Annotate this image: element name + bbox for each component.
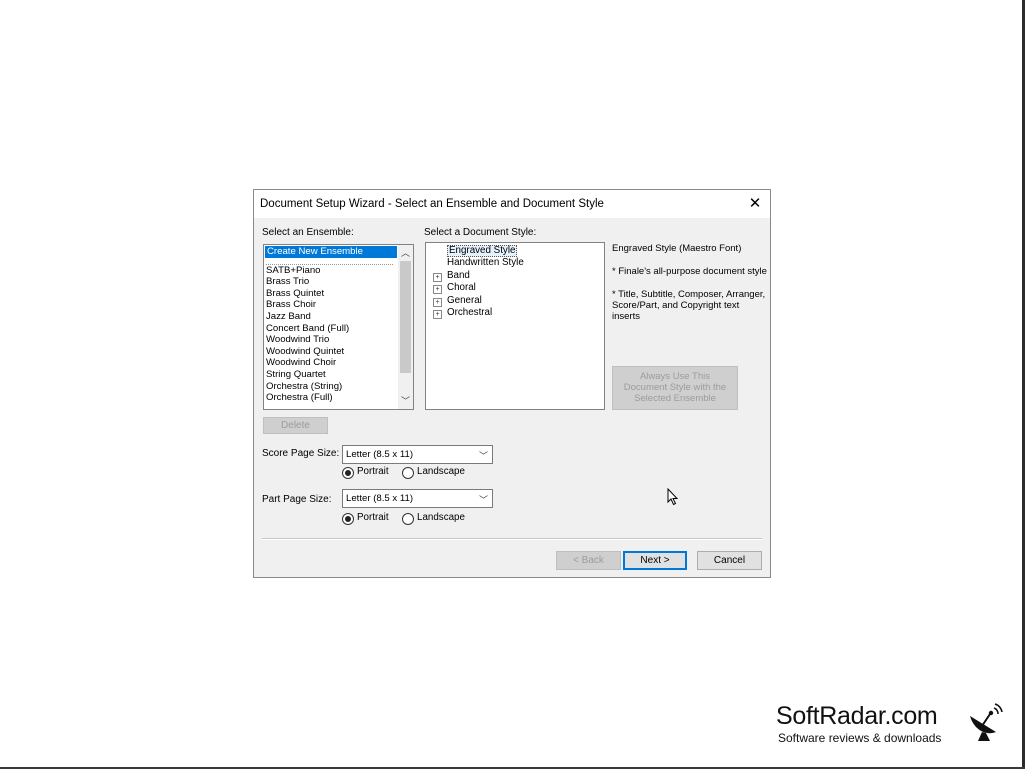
ensemble-list-item[interactable]: Brass Choir <box>264 299 413 311</box>
part-portrait-label: Portrait <box>357 512 389 523</box>
ensemble-listbox[interactable]: Create New Ensemble SATB+Piano Brass Trio B… <box>263 244 414 410</box>
ensemble-list-item[interactable]: String Quartet <box>264 369 413 381</box>
satellite-dish-icon <box>970 703 1003 741</box>
score-page-size-label: Score Page Size: <box>262 448 340 459</box>
ensemble-list-item[interactable]: Woodwind Choir <box>264 357 413 369</box>
style-tree-item[interactable]: + General <box>426 295 604 307</box>
ensemble-list-item[interactable]: Orchestra (String) <box>264 381 413 393</box>
expand-icon[interactable]: + <box>433 309 442 319</box>
style-tree-label: Handwritten Style <box>447 257 524 269</box>
scroll-down-icon[interactable]: ﹀ <box>398 394 413 408</box>
part-landscape-radio[interactable] <box>402 513 414 525</box>
style-tree-item[interactable]: + Choral <box>426 282 604 295</box>
document-style-tree[interactable]: Engraved Style Handwritten Style + Band + Cho… <box>425 242 605 410</box>
style-tree-item[interactable]: + Band <box>426 270 604 282</box>
back-button[interactable]: < Back <box>556 551 621 570</box>
expand-icon[interactable]: + <box>433 285 442 295</box>
scroll-up-icon[interactable]: ︿ <box>398 246 413 260</box>
style-description-heading: Engraved Style (Maestro Font) <box>612 243 742 254</box>
style-tree-label: General <box>447 294 482 306</box>
style-tree-item[interactable]: Engraved Style <box>426 245 604 257</box>
dialog-titlebar: Document Setup Wizard - Select an Ensemb… <box>254 190 770 218</box>
chevron-down-icon: ﹀ <box>478 495 488 505</box>
ensemble-list-item[interactable]: Concert Band (Full) <box>264 323 413 335</box>
list-separator <box>266 258 393 265</box>
style-tree-label: Orchestral <box>447 306 493 318</box>
expand-icon[interactable]: + <box>433 272 442 282</box>
softradar-watermark: SoftRadar.com Software reviews & downloa… <box>776 702 1006 747</box>
watermark-tagline: Software reviews & downloads <box>778 731 942 745</box>
footer-divider <box>262 538 762 540</box>
ensemble-list-item[interactable]: Woodwind Trio <box>264 334 413 346</box>
score-page-size-value: Letter (8.5 x 11) <box>346 449 414 460</box>
dialog-title: Document Setup Wizard - Select an Ensemb… <box>260 198 604 210</box>
score-orientation-group: Portrait Landscape <box>342 466 492 480</box>
style-tree-item[interactable]: Handwritten Style <box>426 257 604 269</box>
watermark-brand: SoftRadar.com <box>776 702 938 730</box>
style-tree-label: Engraved Style <box>447 245 518 257</box>
score-page-size-select[interactable]: Letter (8.5 x 11) ﹀ <box>342 445 493 464</box>
scroll-thumb[interactable] <box>400 261 411 373</box>
ensemble-list-item[interactable]: Woodwind Quintet <box>264 346 413 358</box>
ensemble-list-item[interactable]: Create New Ensemble <box>265 246 397 258</box>
ensemble-list-item[interactable]: Brass Trio <box>264 276 413 288</box>
ensemble-scrollbar[interactable]: ︿ ﹀ <box>398 245 413 409</box>
mouse-pointer-icon <box>667 488 679 506</box>
style-description-line2: * Title, Subtitle, Composer, Arranger, S… <box>612 289 766 322</box>
expand-icon[interactable]: + <box>433 297 442 307</box>
part-page-size-value: Letter (8.5 x 11) <box>346 493 414 504</box>
document-setup-dialog: Document Setup Wizard - Select an Ensemb… <box>253 189 771 578</box>
ensemble-label: Select an Ensemble: <box>262 227 354 238</box>
close-icon[interactable]: ✕ <box>744 193 766 215</box>
part-portrait-radio[interactable] <box>342 513 354 525</box>
score-portrait-label: Portrait <box>357 466 389 477</box>
cancel-button[interactable]: Cancel <box>697 551 762 570</box>
ensemble-list-item[interactable]: SATB+Piano <box>264 265 413 277</box>
score-landscape-radio[interactable] <box>402 467 414 479</box>
delete-button[interactable]: Delete <box>263 417 328 434</box>
part-landscape-label: Landscape <box>417 512 465 523</box>
ensemble-list-item[interactable]: Brass Quintet <box>264 288 413 300</box>
ensemble-list-item[interactable]: Jazz Band <box>264 311 413 323</box>
score-portrait-radio[interactable] <box>342 467 354 479</box>
ensemble-list-item[interactable]: Orchestra (Full) <box>264 392 413 404</box>
part-orientation-group: Portrait Landscape <box>342 512 492 526</box>
chevron-down-icon: ﹀ <box>478 451 488 461</box>
part-page-size-select[interactable]: Letter (8.5 x 11) ﹀ <box>342 489 493 508</box>
score-landscape-label: Landscape <box>417 466 465 477</box>
style-tree-label: Band <box>447 269 470 281</box>
always-use-style-button[interactable]: Always Use This Document Style with the … <box>612 366 738 410</box>
document-style-label: Select a Document Style: <box>424 227 537 238</box>
style-tree-item[interactable]: + Orchestral <box>426 307 604 319</box>
style-description-line1: * Finale's all-purpose document style <box>612 266 767 277</box>
style-tree-label: Choral <box>447 282 476 294</box>
part-page-size-label: Part Page Size: <box>262 494 332 505</box>
next-button[interactable]: Next > <box>623 551 687 570</box>
